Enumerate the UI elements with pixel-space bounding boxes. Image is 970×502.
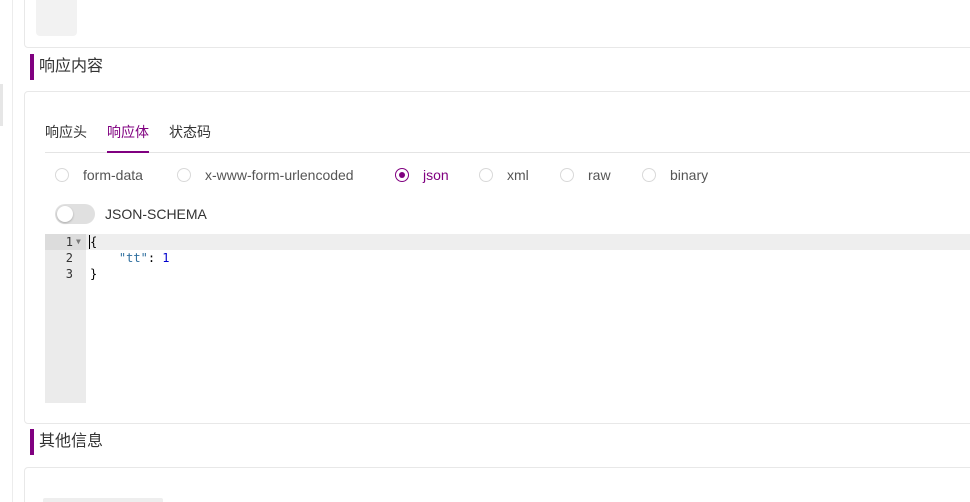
left-rail-handle (0, 84, 3, 126)
previous-section-card (24, 0, 970, 48)
radio-label: raw (588, 167, 611, 183)
tab-response-body[interactable]: 响应体 (107, 122, 149, 153)
radio-circle-icon (55, 168, 69, 182)
code-json-key: "tt" (118, 251, 148, 265)
editor-code-area[interactable]: { "tt": 1 } (86, 234, 970, 403)
tab-status-code[interactable]: 状态码 (169, 122, 211, 153)
response-content-card: 响应头 响应体 状态码 form-data x-www-form-urlenco… (24, 91, 970, 424)
tab-response-headers[interactable]: 响应头 (45, 122, 87, 153)
radio-xml[interactable]: xml (479, 165, 529, 185)
section-title-response: 响应内容 (30, 54, 103, 80)
code-line-1: { (90, 234, 97, 250)
editor-gutter: 1 ▼ 2 3 (45, 234, 86, 403)
radio-checked-icon (395, 168, 409, 182)
radio-label: x-www-form-urlencoded (205, 167, 354, 183)
body-type-radio-group: form-data x-www-form-urlencoded json xml… (55, 165, 955, 185)
radio-raw[interactable]: raw (560, 165, 611, 185)
editor-active-line (86, 234, 970, 250)
json-schema-label: JSON-SCHEMA (105, 206, 207, 222)
radio-label: binary (670, 167, 709, 183)
frame-border (12, 0, 13, 502)
code-close-brace: } (90, 267, 98, 281)
radio-label: json (423, 167, 449, 183)
code-line-2: "tt": 1 (90, 250, 170, 266)
json-schema-row: JSON-SCHEMA (55, 204, 207, 224)
radio-circle-icon (479, 168, 493, 182)
json-schema-toggle[interactable] (55, 204, 95, 224)
radio-binary[interactable]: binary (642, 165, 708, 185)
radio-x-www-form-urlencoded[interactable]: x-www-form-urlencoded (177, 165, 354, 185)
radio-json[interactable]: json (395, 165, 449, 185)
line-number: 2 (65, 251, 73, 265)
code-open-brace: { (90, 235, 98, 249)
line-number: 1 (65, 235, 73, 249)
code-colon: : (147, 251, 163, 265)
previous-section-placeholder (36, 0, 77, 36)
json-code-editor[interactable]: 1 ▼ 2 3 { "tt": 1 } (45, 234, 970, 403)
radio-circle-icon (560, 168, 574, 182)
toggle-knob (57, 206, 73, 222)
radio-circle-icon (177, 168, 191, 182)
response-tabs: 响应头 响应体 状态码 (45, 122, 970, 153)
radio-form-data[interactable]: form-data (55, 165, 143, 185)
code-json-value: 1 (162, 251, 170, 265)
other-info-placeholder (43, 498, 163, 502)
radio-label: xml (507, 167, 529, 183)
radio-label: form-data (83, 167, 143, 183)
section-title-other: 其他信息 (30, 429, 103, 455)
code-line-3: } (90, 266, 97, 282)
radio-circle-icon (642, 168, 656, 182)
fold-arrow-icon[interactable]: ▼ (76, 234, 86, 250)
line-number: 3 (65, 267, 73, 281)
other-info-card (24, 467, 970, 502)
